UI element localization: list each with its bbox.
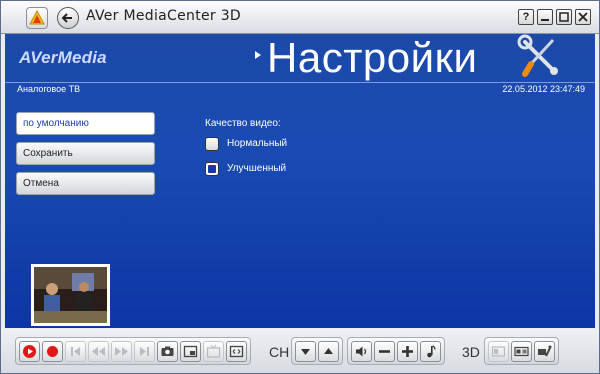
threed-label: 3D: [462, 344, 480, 360]
help-button[interactable]: ?: [518, 9, 534, 25]
aspect-ratio-icon: [229, 345, 244, 357]
lr-3d-icon: [491, 345, 506, 357]
save-button[interactable]: Сохранить: [16, 142, 155, 165]
tv-icon: [206, 344, 221, 358]
arrow-left-icon: [61, 13, 72, 23]
enhanced-label: Улучшенный: [227, 163, 287, 174]
snapshot-button[interactable]: [157, 340, 178, 362]
settings-panel: AVerMedia Настройки Аналоговое ТВ 22.05.…: [5, 34, 595, 328]
skip-start-button[interactable]: [65, 340, 86, 362]
lr-3d-button[interactable]: [488, 340, 509, 362]
normal-label: Нормальный: [227, 138, 288, 149]
convert-3d-icon: [514, 346, 529, 356]
volume-down-button[interactable]: [374, 340, 395, 362]
threed-group: [484, 337, 559, 365]
pip-button[interactable]: [180, 340, 201, 362]
fast-forward-button[interactable]: [111, 340, 132, 362]
enhanced-checkbox[interactable]: [205, 162, 219, 176]
brand-logo: AVerMedia: [19, 48, 107, 67]
quality-option-enhanced[interactable]: Улучшенный: [205, 162, 325, 178]
close-button[interactable]: [575, 9, 591, 25]
tv-preview[interactable]: [31, 264, 110, 326]
music-note-icon: [427, 344, 436, 357]
record-button[interactable]: [42, 340, 63, 362]
playback-group: [15, 337, 251, 365]
triangle-up-icon: [324, 347, 333, 354]
cancel-button[interactable]: Отмена: [16, 172, 155, 195]
channel-down-button[interactable]: [295, 340, 316, 362]
rewind-icon: [92, 346, 105, 356]
minimize-button[interactable]: [537, 9, 553, 25]
tools-icon: [517, 34, 558, 77]
quality-option-normal[interactable]: Нормальный: [205, 137, 325, 153]
maximize-icon: [559, 12, 569, 22]
volume-group: [347, 337, 445, 365]
window-controls: ?: [518, 9, 591, 25]
channel-label: CH: [269, 344, 290, 360]
play-button[interactable]: [19, 340, 40, 362]
audio-button[interactable]: [420, 340, 441, 362]
control-bar: CH 3D: [1, 329, 599, 373]
skip-end-icon: [140, 346, 149, 356]
tv-mode-button[interactable]: [203, 340, 224, 362]
close-icon: [578, 12, 588, 22]
convert-2d-3d-button[interactable]: [511, 340, 532, 362]
source-label: Аналоговое ТВ: [17, 84, 81, 94]
header-band: AVerMedia Настройки: [5, 34, 595, 82]
camera-icon: [161, 346, 174, 356]
tv-preview-image: [34, 267, 107, 323]
app-window: AVer MediaCenter 3D ? AVerMedia Настройк…: [0, 0, 600, 374]
speaker-icon: [356, 346, 367, 356]
video-quality-label: Качество видео:: [205, 118, 281, 129]
datetime-label: 22.05.2012 23:47:49: [502, 84, 585, 94]
minus-icon: [379, 349, 390, 353]
skip-start-icon: [71, 346, 80, 356]
triangle-down-icon: [301, 348, 310, 355]
aspect-ratio-button[interactable]: [226, 340, 247, 362]
play-icon: [23, 344, 36, 358]
avermedia-logo-icon[interactable]: [26, 7, 48, 29]
record-icon: [47, 345, 58, 357]
picture-in-picture-icon: [183, 345, 198, 357]
back-button[interactable]: [57, 7, 79, 29]
maximize-button[interactable]: [556, 9, 572, 25]
mute-button[interactable]: [351, 340, 372, 362]
channel-group: [291, 337, 343, 365]
threed-settings-icon: [538, 345, 552, 356]
info-bar: Аналоговое ТВ 22.05.2012 23:47:49: [5, 82, 595, 97]
fast-forward-icon: [115, 346, 128, 356]
normal-checkbox[interactable]: [205, 137, 219, 151]
title-arrow-icon: [255, 51, 261, 59]
channel-up-button[interactable]: [318, 340, 339, 362]
title-bar: AVer MediaCenter 3D ?: [1, 1, 599, 34]
plus-icon: [402, 345, 413, 357]
threed-settings-button[interactable]: [534, 340, 555, 362]
page-title: Настройки: [267, 34, 478, 81]
skip-end-button[interactable]: [134, 340, 155, 362]
minimize-icon: [541, 19, 549, 21]
rewind-button[interactable]: [88, 340, 109, 362]
default-button[interactable]: по умолчанию: [16, 112, 155, 135]
volume-up-button[interactable]: [397, 340, 418, 362]
window-title: AVer MediaCenter 3D: [86, 8, 241, 24]
